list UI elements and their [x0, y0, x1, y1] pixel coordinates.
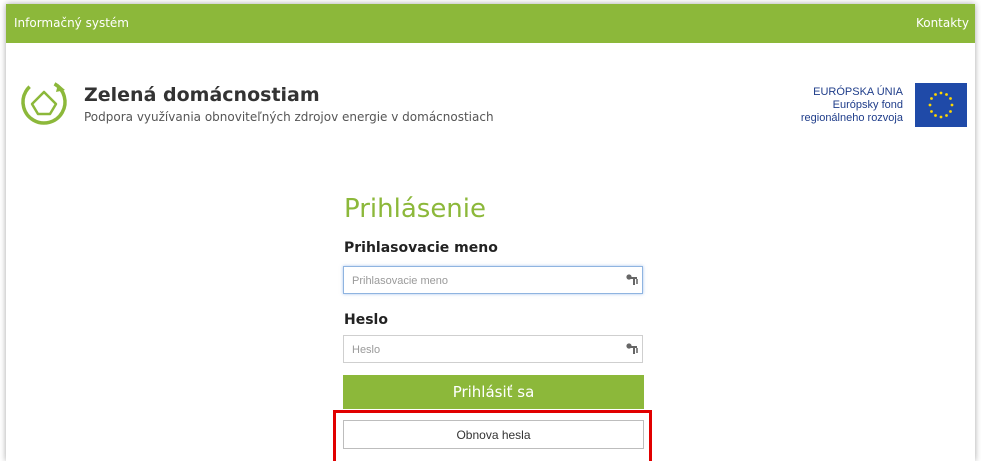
- key-icon: [626, 343, 638, 354]
- highlight-box: [333, 410, 652, 461]
- password-label: Heslo: [344, 312, 388, 328]
- system-title: Informačný systém: [14, 16, 129, 30]
- brand-title: Zelená domácnostiam: [84, 84, 320, 106]
- house-leaf-logo-icon: [21, 79, 67, 125]
- eu-line-2: Európsky fond: [832, 99, 903, 111]
- login-button[interactable]: Prihlásiť sa: [343, 375, 644, 409]
- username-label: Prihlasovacie meno: [344, 240, 498, 256]
- contacts-link[interactable]: Kontakty: [916, 16, 969, 30]
- eu-line-1: EURÓPSKA ÚNIA: [813, 86, 903, 98]
- password-field-wrap: [343, 335, 643, 363]
- username-field-wrap: [343, 266, 643, 294]
- login-title: Prihlásenie: [344, 194, 487, 224]
- top-bar: Informačný systém Kontakty: [6, 4, 975, 43]
- key-icon: [626, 274, 638, 285]
- eu-flag-icon: [915, 83, 967, 127]
- eu-text: EURÓPSKA ÚNIA Európsky fond regionálneho…: [801, 86, 903, 125]
- eu-line-3: regionálneho rozvoja: [800, 112, 903, 124]
- password-input[interactable]: [350, 337, 614, 363]
- username-input[interactable]: [350, 268, 614, 294]
- page-frame: Informačný systém Kontakty Zelená domácn…: [6, 4, 975, 461]
- brand-subtitle: Podpora využívania obnoviteľných zdrojov…: [84, 110, 494, 124]
